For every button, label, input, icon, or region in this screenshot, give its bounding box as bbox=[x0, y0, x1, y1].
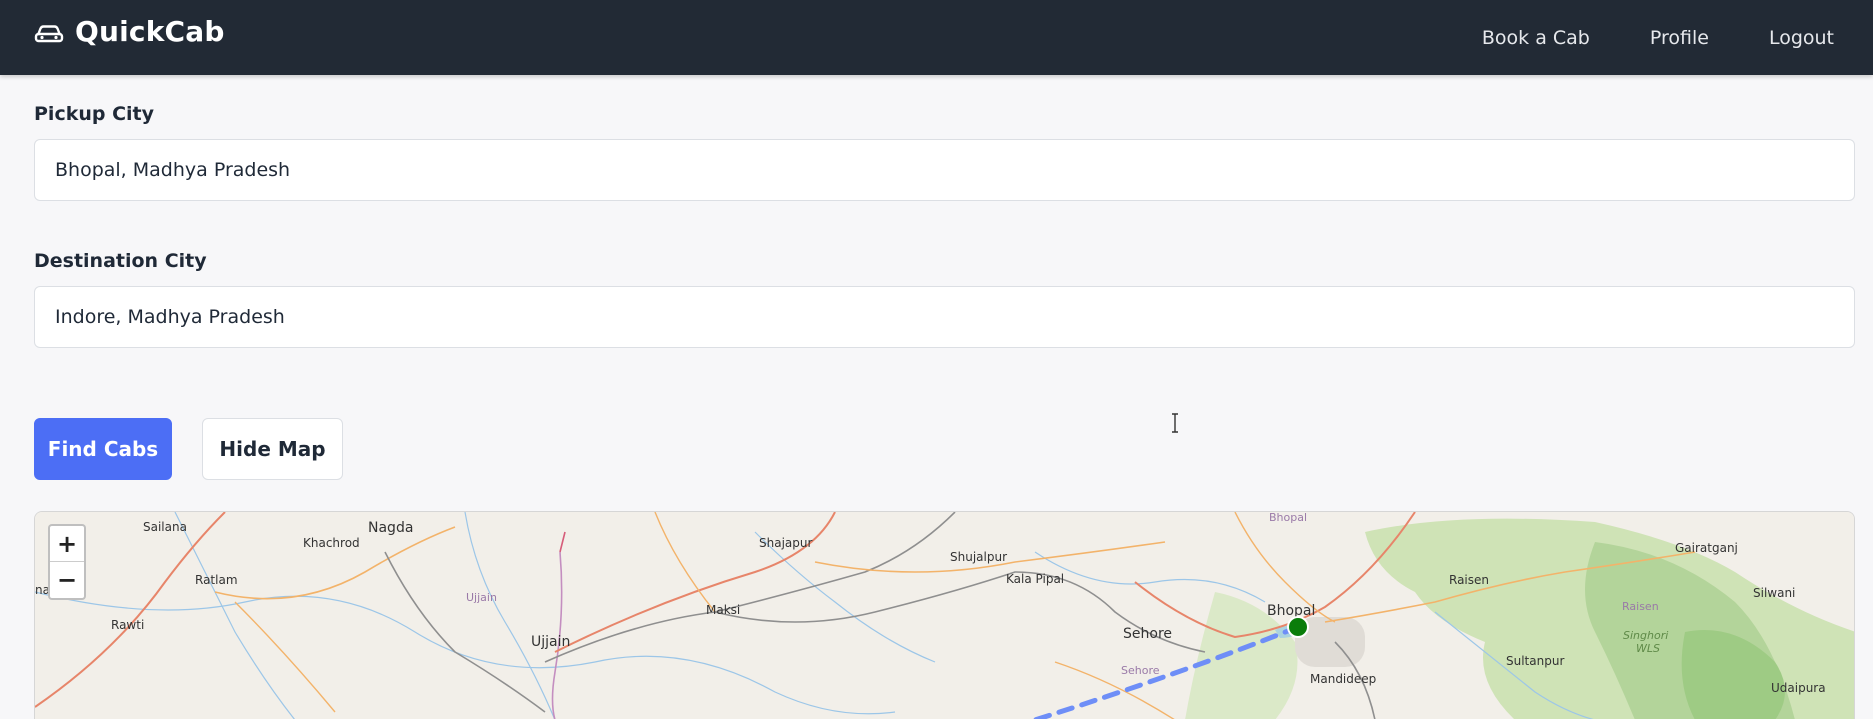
pickup-city-input[interactable] bbox=[34, 139, 1855, 201]
pickup-city-label: Pickup City bbox=[34, 103, 155, 125]
map-label-sehore-district: Sehore bbox=[1121, 664, 1160, 677]
map-label-sehore: Sehore bbox=[1123, 626, 1172, 642]
nav-book-a-cab[interactable]: Book a Cab bbox=[1482, 27, 1590, 49]
car-icon bbox=[34, 24, 64, 42]
map-label-ratlam: Ratlam bbox=[195, 573, 238, 587]
brand-name: QuickCab bbox=[75, 15, 225, 48]
map-label-maksi: Maksi bbox=[706, 603, 740, 617]
map-label-sailana: Sailana bbox=[143, 520, 187, 534]
map-label-ujjain-district: Ujjain bbox=[466, 591, 497, 604]
map-label-sultanpur: Sultanpur bbox=[1506, 654, 1564, 668]
nav-logout[interactable]: Logout bbox=[1769, 27, 1834, 49]
map-label-singhori: Singhori bbox=[1623, 629, 1668, 642]
map-label-singhori-wls: WLS bbox=[1636, 642, 1660, 655]
map-label-silwani: Silwani bbox=[1753, 586, 1795, 600]
map-label-shajapur: Shajapur bbox=[759, 536, 812, 550]
destination-city-input[interactable] bbox=[34, 286, 1855, 348]
zoom-in-button[interactable]: + bbox=[50, 526, 84, 562]
brand-link[interactable]: QuickCab bbox=[33, 15, 225, 48]
map-label-bhopal: Bhopal bbox=[1267, 603, 1315, 619]
nav-links: Book a Cab Profile Logout bbox=[1482, 0, 1834, 75]
map-label-khachrod: Khachrod bbox=[303, 536, 360, 550]
top-navbar: QuickCab Book a Cab Profile Logout bbox=[0, 0, 1873, 75]
map-label-rawti: Rawti bbox=[111, 618, 144, 632]
map-label-raisen-district: Raisen bbox=[1622, 600, 1659, 613]
map-label-bhopal-district: Bhopal bbox=[1269, 512, 1307, 524]
map-label-ujjain: Ujjain bbox=[531, 634, 570, 650]
nav-profile[interactable]: Profile bbox=[1650, 27, 1709, 49]
destination-city-label: Destination City bbox=[34, 250, 207, 272]
map-label-udaipura: Udaipura bbox=[1771, 681, 1826, 695]
hide-map-button[interactable]: Hide Map bbox=[202, 418, 343, 480]
text-cursor-icon bbox=[1172, 413, 1178, 433]
route-map[interactable]: + − Sailana Nagda Khachrod Ratlam Rawti … bbox=[34, 511, 1855, 719]
zoom-out-button[interactable]: − bbox=[50, 562, 84, 598]
map-tiles: Sailana Nagda Khachrod Ratlam Rawti na U… bbox=[35, 512, 1854, 719]
pickup-marker[interactable] bbox=[1287, 616, 1309, 638]
map-label-raisen: Raisen bbox=[1449, 573, 1489, 587]
map-label-mandideep: Mandideep bbox=[1310, 672, 1376, 686]
find-cabs-button[interactable]: Find Cabs bbox=[34, 418, 172, 480]
map-label-kala-pipal: Kala Pipal bbox=[1006, 572, 1064, 586]
map-label-gairatganj: Gairatganj bbox=[1675, 541, 1738, 555]
map-label-nagda: Nagda bbox=[368, 520, 413, 536]
zoom-control: + − bbox=[48, 524, 86, 600]
map-label-shujalpur: Shujalpur bbox=[950, 550, 1007, 564]
